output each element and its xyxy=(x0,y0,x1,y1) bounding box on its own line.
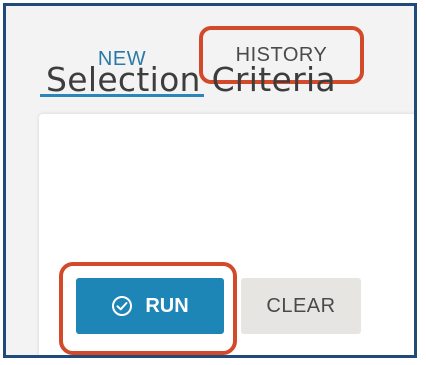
run-button-label: RUN xyxy=(145,294,189,317)
clear-button[interactable]: CLEAR xyxy=(241,278,361,334)
clear-button-label: CLEAR xyxy=(266,294,336,317)
panel-title: Selection Criteria xyxy=(46,60,336,99)
run-button[interactable]: RUN xyxy=(76,278,224,334)
app-frame: NEW HISTORY Selection Criteria RUN CLEAR xyxy=(3,3,417,358)
check-circle-icon xyxy=(112,296,133,316)
